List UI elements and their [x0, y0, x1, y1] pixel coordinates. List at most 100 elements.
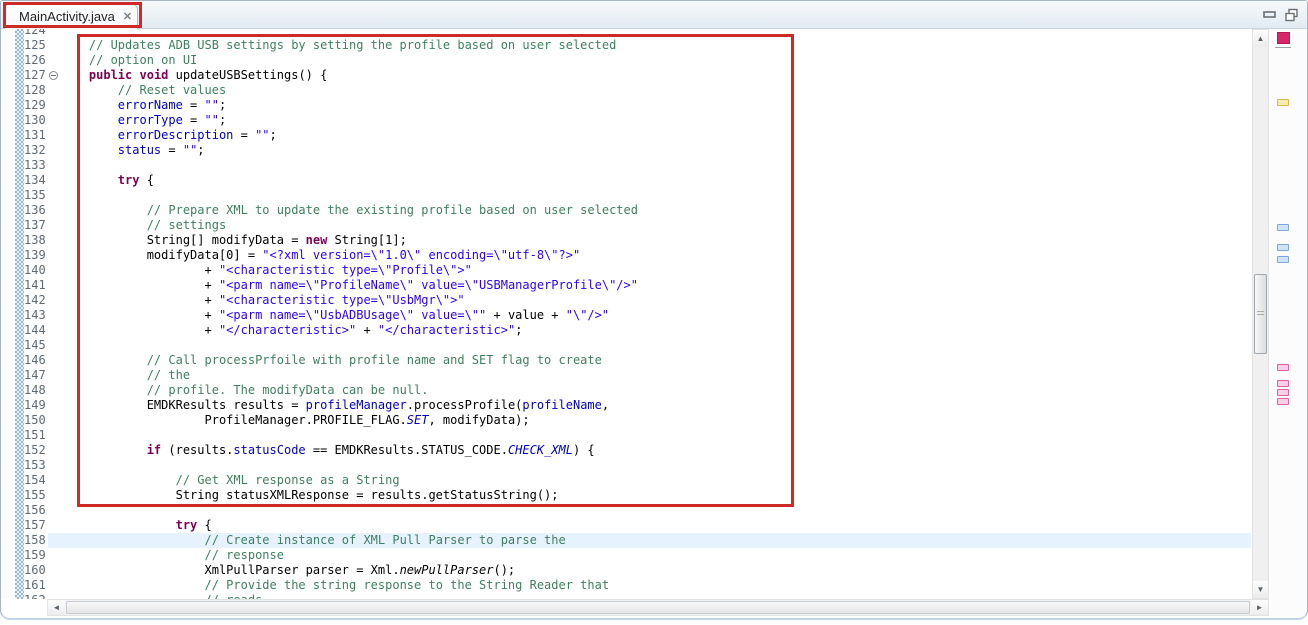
code-line[interactable]: 140 + "<characteristic type=\"Profile\">… [24, 263, 1251, 278]
overview-ruler[interactable] [1271, 29, 1305, 616]
occurrence-marker-icon[interactable] [1277, 364, 1289, 371]
vertical-scrollbar[interactable]: ▲ ▼ [1252, 29, 1269, 599]
line-number[interactable]: 138 [24, 233, 48, 248]
code-line[interactable]: 159 // response [24, 548, 1251, 563]
line-number[interactable]: 127 [24, 68, 48, 83]
code-line[interactable]: 145 [24, 338, 1251, 353]
line-number[interactable]: 148 [24, 383, 48, 398]
code-line[interactable]: 151 [24, 428, 1251, 443]
code-line[interactable]: 161 // Provide the string response to th… [24, 578, 1251, 593]
line-number[interactable]: 162 [24, 593, 48, 599]
scroll-left-arrow-icon[interactable]: ◄ [48, 600, 65, 615]
code-line[interactable]: 146 // Call processPrfoile with profile … [24, 353, 1251, 368]
info-marker-icon[interactable] [1277, 244, 1289, 251]
horizontal-scrollbar[interactable]: ◄ ► [47, 599, 1269, 616]
line-number[interactable]: 159 [24, 548, 48, 563]
line-number[interactable]: 126 [24, 53, 48, 68]
code-line[interactable]: 132 status = ""; [24, 143, 1251, 158]
code-line[interactable]: 129 errorName = ""; [24, 98, 1251, 113]
restore-view-icon[interactable] [1285, 8, 1299, 22]
line-number[interactable]: 144 [24, 323, 48, 338]
line-number[interactable]: 143 [24, 308, 48, 323]
task-marker-icon[interactable] [1277, 99, 1289, 106]
code-line[interactable]: 134 try { [24, 173, 1251, 188]
code-line[interactable]: 149 EMDKResults results = profileManager… [24, 398, 1251, 413]
annotation-ruler[interactable] [2, 29, 15, 599]
scroll-right-arrow-icon[interactable]: ► [1251, 600, 1268, 615]
code-line[interactable]: 155 String statusXMLResponse = results.g… [24, 488, 1251, 503]
line-number[interactable]: 130 [24, 113, 48, 128]
occurrence-marker-icon[interactable] [1277, 398, 1289, 405]
line-number[interactable]: 154 [24, 473, 48, 488]
code-line[interactable]: 131 errorDescription = ""; [24, 128, 1251, 143]
scroll-up-arrow-icon[interactable]: ▲ [1253, 30, 1268, 47]
info-marker-icon[interactable] [1277, 224, 1289, 231]
line-number[interactable]: 150 [24, 413, 48, 428]
error-header-icon[interactable] [1277, 32, 1290, 44]
code-line[interactable]: 141 + "<parm name=\"ProfileName\" value=… [24, 278, 1251, 293]
code-line[interactable]: 148 // profile. The modifyData can be nu… [24, 383, 1251, 398]
code-line[interactable]: 127 public void updateUSBSettings() { [24, 68, 1251, 83]
code-line[interactable]: 130 errorType = ""; [24, 113, 1251, 128]
code-line[interactable]: 160 XmlPullParser parser = Xml.newPullPa… [24, 563, 1251, 578]
line-number[interactable]: 135 [24, 188, 48, 203]
line-number[interactable]: 149 [24, 398, 48, 413]
minimize-view-icon[interactable] [1263, 8, 1276, 22]
code-line[interactable]: 133 [24, 158, 1251, 173]
horizontal-scrollbar-thumb[interactable] [66, 601, 1250, 614]
code-line[interactable]: 153 [24, 458, 1251, 473]
code-line[interactable]: 156 [24, 503, 1251, 518]
info-marker-icon[interactable] [1277, 256, 1289, 263]
line-number[interactable]: 141 [24, 278, 48, 293]
line-number[interactable]: 152 [24, 443, 48, 458]
line-number[interactable]: 155 [24, 488, 48, 503]
line-number[interactable]: 145 [24, 338, 48, 353]
line-number[interactable]: 160 [24, 563, 48, 578]
code-line[interactable]: 124 [24, 29, 1251, 38]
line-number[interactable]: 136 [24, 203, 48, 218]
line-number[interactable]: 124 [24, 29, 48, 38]
line-number[interactable]: 137 [24, 218, 48, 233]
fold-collapse-icon[interactable] [48, 68, 60, 83]
line-number[interactable]: 156 [24, 503, 48, 518]
tab-close-icon[interactable]: ✕ [123, 10, 132, 23]
code-line[interactable]: 154 // Get XML response as a String [24, 473, 1251, 488]
code-line[interactable]: 126 // option on UI [24, 53, 1251, 68]
code-line[interactable]: 152 if (results.statusCode == EMDKResult… [24, 443, 1251, 458]
code-line[interactable]: 142 + "<characteristic type=\"UsbMgr\">" [24, 293, 1251, 308]
code-line[interactable]: 128 // Reset values [24, 83, 1251, 98]
code-line[interactable]: 150 ProfileManager.PROFILE_FLAG.SET, mod… [24, 413, 1251, 428]
code-editor[interactable]: 124125 // Updates ADB USB settings by se… [2, 29, 1306, 599]
line-number[interactable]: 128 [24, 83, 48, 98]
code-line[interactable]: 143 + "<parm name=\"UsbADBUsage\" value=… [24, 308, 1251, 323]
tab-mainactivity[interactable]: J MainActivity.java ✕ [4, 3, 138, 29]
occurrence-marker-icon[interactable] [1277, 389, 1289, 396]
line-number[interactable]: 131 [24, 128, 48, 143]
line-number[interactable]: 134 [24, 173, 48, 188]
code-line[interactable]: 158 // Create instance of XML Pull Parse… [24, 533, 1251, 548]
line-number[interactable]: 129 [24, 98, 48, 113]
code-line[interactable]: 157 try { [24, 518, 1251, 533]
line-number[interactable]: 139 [24, 248, 48, 263]
line-number[interactable]: 158 [24, 533, 48, 548]
code-line[interactable]: 135 [24, 188, 1251, 203]
line-number[interactable]: 161 [24, 578, 48, 593]
line-number[interactable]: 133 [24, 158, 48, 173]
code-line[interactable]: 136 // Prepare XML to update the existin… [24, 203, 1251, 218]
code-line[interactable]: 147 // the [24, 368, 1251, 383]
line-number[interactable]: 153 [24, 458, 48, 473]
scroll-down-arrow-icon[interactable]: ▼ [1253, 581, 1268, 598]
occurrence-marker-icon[interactable] [1277, 380, 1289, 387]
line-number[interactable]: 132 [24, 143, 48, 158]
code-line[interactable]: 137 // settings [24, 218, 1251, 233]
code-line[interactable]: 125 // Updates ADB USB settings by setti… [24, 38, 1251, 53]
line-number[interactable]: 125 [24, 38, 48, 53]
code-line[interactable]: 138 String[] modifyData = new String[1]; [24, 233, 1251, 248]
line-number[interactable]: 147 [24, 368, 48, 383]
line-number[interactable]: 140 [24, 263, 48, 278]
line-number[interactable]: 142 [24, 293, 48, 308]
line-number[interactable]: 146 [24, 353, 48, 368]
line-number[interactable]: 151 [24, 428, 48, 443]
code-line[interactable]: 139 modifyData[0] = "<?xml version=\"1.0… [24, 248, 1251, 263]
code-line[interactable]: 144 + "</characteristic>" + "</character… [24, 323, 1251, 338]
